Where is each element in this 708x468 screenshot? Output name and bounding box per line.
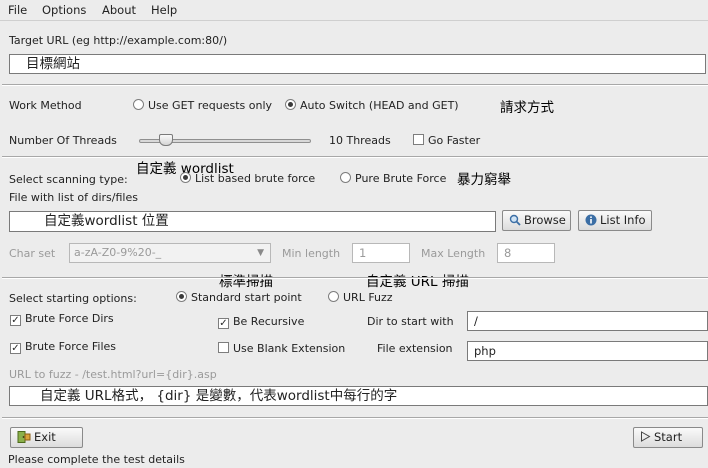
list-info-button[interactable]: List Info bbox=[578, 210, 652, 231]
be-recursive-box[interactable]: ✓ bbox=[218, 318, 229, 329]
max-length-input[interactable]: 8 bbox=[497, 243, 555, 263]
target-url-input[interactable]: 目標網站 bbox=[9, 54, 706, 74]
exit-door-icon bbox=[17, 428, 31, 447]
brute-files-checkbox[interactable]: ✓ Brute Force Files bbox=[10, 340, 116, 354]
file-extension-label: File extension bbox=[377, 342, 453, 355]
threads-slider-thumb[interactable] bbox=[159, 134, 174, 146]
brute-dirs-box[interactable]: ✓ bbox=[10, 315, 21, 326]
brute-files-box[interactable]: ✓ bbox=[10, 343, 21, 354]
radio-url-fuzz[interactable]: URL Fuzz bbox=[328, 291, 393, 304]
note-request-method: 請求方式 bbox=[500, 100, 554, 116]
browse-button[interactable]: Browse bbox=[502, 210, 571, 231]
radio-auto-indicator[interactable] bbox=[285, 99, 296, 110]
file-extension-input[interactable]: php bbox=[467, 341, 708, 361]
separator bbox=[2, 156, 708, 158]
file-list-label: File with list of dirs/files bbox=[9, 191, 138, 204]
charset-select[interactable]: a-zA-Z0-9%20-_ ▼ bbox=[69, 243, 271, 263]
note-pure-brute: 暴力窮舉 bbox=[457, 172, 511, 188]
go-faster-box[interactable] bbox=[413, 134, 424, 145]
be-recursive-checkbox[interactable]: ✓ Be Recursive bbox=[218, 315, 304, 329]
radio-list-indicator[interactable] bbox=[180, 172, 191, 183]
max-length-label: Max Length bbox=[421, 247, 486, 260]
radio-pure-indicator[interactable] bbox=[340, 172, 351, 183]
note-standard-scan: 標準掃描 bbox=[219, 274, 273, 290]
blank-extension-box[interactable] bbox=[218, 342, 229, 353]
min-length-input[interactable]: 1 bbox=[352, 243, 410, 263]
exit-button[interactable]: Exit bbox=[10, 427, 83, 448]
radio-get-only[interactable]: Use GET requests only bbox=[133, 99, 272, 112]
scanning-type-label: Select scanning type: bbox=[9, 173, 128, 186]
url-fuzz-label: URL to fuzz - /test.html?url={dir}.asp bbox=[9, 368, 217, 381]
file-list-input[interactable]: 自定義wordlist 位置 bbox=[9, 211, 496, 232]
start-button[interactable]: Start bbox=[633, 427, 703, 448]
target-url-label: Target URL (eg http://example.com:80/) bbox=[9, 34, 228, 47]
menu-bar: File Options About Help bbox=[0, 0, 708, 21]
menu-about[interactable]: About bbox=[102, 3, 136, 17]
chevron-down-icon: ▼ bbox=[257, 248, 264, 258]
separator bbox=[2, 277, 708, 279]
info-icon bbox=[585, 211, 597, 230]
radio-standard-indicator[interactable] bbox=[176, 291, 187, 302]
go-faster-checkbox[interactable]: Go Faster bbox=[413, 134, 480, 147]
brute-dirs-checkbox[interactable]: ✓ Brute Force Dirs bbox=[10, 312, 114, 326]
threads-label: Number Of Threads bbox=[9, 134, 117, 147]
starting-options-label: Select starting options: bbox=[9, 292, 137, 305]
min-length-label: Min length bbox=[282, 247, 341, 260]
separator bbox=[2, 417, 708, 419]
dir-start-label: Dir to start with bbox=[367, 315, 454, 328]
menu-help[interactable]: Help bbox=[151, 3, 177, 17]
radio-pure-brute[interactable]: Pure Brute Force bbox=[340, 172, 446, 185]
work-method-label: Work Method bbox=[9, 99, 82, 112]
radio-auto-switch[interactable]: Auto Switch (HEAD and GET) bbox=[285, 99, 459, 112]
separator bbox=[2, 84, 708, 86]
url-fuzz-input[interactable]: 自定義 URL格式， {dir} 是變數，代表wordlist中每行的字 bbox=[9, 386, 708, 406]
menu-file[interactable]: File bbox=[8, 3, 27, 17]
radio-list-based[interactable]: List based brute force bbox=[180, 172, 315, 185]
play-icon bbox=[640, 428, 651, 447]
status-text: Please complete the test details bbox=[8, 453, 185, 466]
menu-options[interactable]: Options bbox=[42, 3, 86, 17]
radio-get-indicator[interactable] bbox=[133, 99, 144, 110]
charset-label: Char set bbox=[9, 247, 56, 260]
blank-extension-checkbox[interactable]: Use Blank Extension bbox=[218, 342, 345, 355]
radio-fuzz-indicator[interactable] bbox=[328, 291, 339, 302]
dir-start-input[interactable]: / bbox=[467, 311, 708, 331]
radio-standard-start[interactable]: Standard start point bbox=[176, 291, 302, 304]
threads-value: 10 Threads bbox=[329, 134, 391, 147]
magnifier-icon bbox=[509, 211, 521, 230]
note-url-scan: 自定義 URL 掃描 bbox=[366, 274, 469, 290]
